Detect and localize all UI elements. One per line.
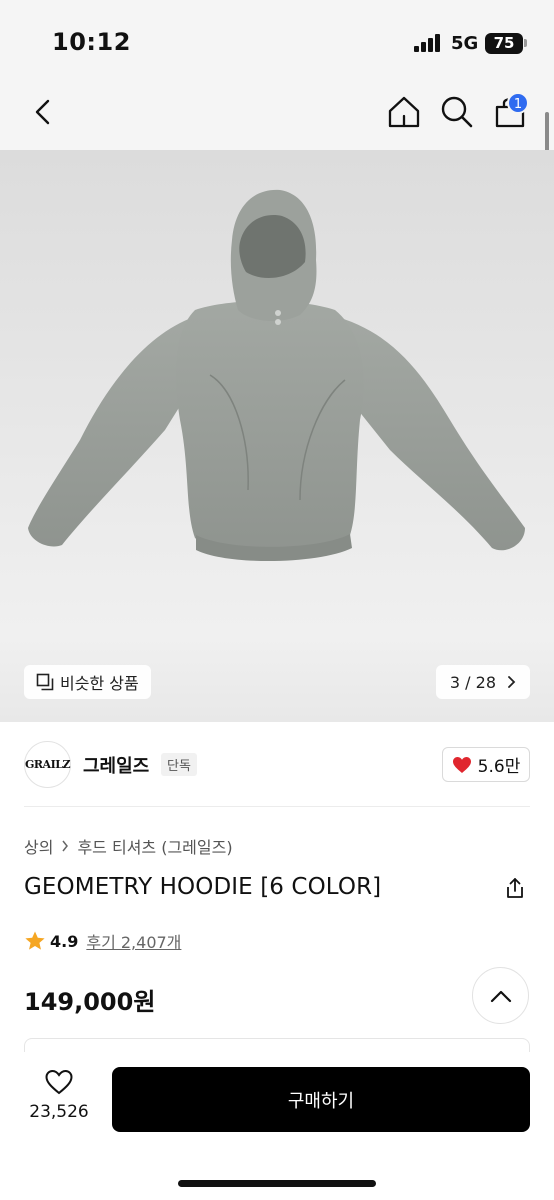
chevron-right-icon [508, 676, 516, 688]
signal-icon [414, 34, 442, 52]
wishlist-button[interactable]: 23,526 [24, 1068, 94, 1122]
breadcrumb-subcategory[interactable]: 후드 티셔츠 (그레일즈) [77, 834, 232, 858]
rating-row: 4.9 후기 2,407개 [24, 929, 181, 953]
brand-like-button[interactable]: 5.6만 [442, 747, 530, 782]
chevron-right-icon [62, 840, 69, 852]
battery-tip [524, 39, 527, 47]
brand-logo[interactable]: GRAILZ [24, 741, 71, 788]
brand-like-count: 5.6만 [477, 757, 521, 777]
hoodie-image [28, 189, 525, 562]
heart-icon [452, 756, 471, 773]
status-time: 10:12 [52, 28, 131, 56]
share-icon[interactable] [503, 876, 527, 900]
image-counter: 3 / 28 [449, 672, 496, 692]
product-title: GEOMETRY HOODIE [6 COLOR] [24, 874, 382, 900]
reviews-link[interactable]: 후기 2,407개 [86, 929, 181, 953]
similar-icon [36, 673, 54, 691]
battery-indicator: 75 [485, 33, 523, 54]
image-counter-button[interactable]: 3 / 28 [435, 665, 530, 699]
star-icon [25, 931, 45, 950]
search-icon[interactable] [437, 92, 477, 132]
cart-badge: 1 [507, 92, 529, 114]
rating-score: 4.9 [50, 931, 79, 951]
similar-products-label: 비슷한 상품 [60, 674, 139, 693]
buy-button[interactable]: 구매하기 [112, 1067, 530, 1132]
similar-products-button[interactable]: 비슷한 상품 [24, 665, 151, 699]
brand-logo-text: GRAILZ [25, 758, 70, 771]
exclusive-badge: 단독 [161, 753, 197, 776]
network-type: 5G [451, 33, 479, 54]
brand-name[interactable]: 그레일즈 [83, 752, 149, 778]
breadcrumb-category[interactable]: 상의 [24, 834, 53, 858]
product-image[interactable] [0, 150, 554, 722]
scroll-to-top-button[interactable] [472, 967, 529, 1024]
wishlist-count: 23,526 [29, 1102, 89, 1122]
product-price: 149,000원 [24, 988, 156, 1016]
chevron-up-icon [490, 990, 511, 1002]
home-indicator [178, 1180, 376, 1187]
heart-outline-icon [45, 1069, 73, 1095]
home-icon[interactable] [384, 92, 424, 132]
breadcrumb: 상의 후드 티셔츠 (그레일즈) [24, 834, 233, 858]
back-button[interactable] [24, 92, 64, 132]
divider [24, 806, 530, 807]
